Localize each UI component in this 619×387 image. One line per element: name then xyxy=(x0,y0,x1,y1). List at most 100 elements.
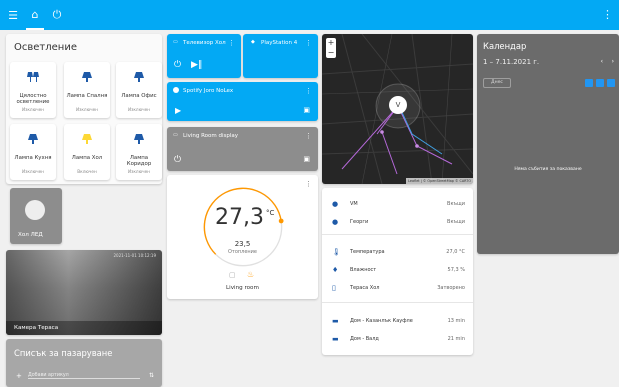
map-marker[interactable]: V xyxy=(389,96,407,114)
map-attribution: Leaflet | © OpenStreetMap © CARTO xyxy=(406,178,473,184)
sort-icon[interactable]: ⇅ xyxy=(149,372,154,379)
speaker-icon[interactable]: ▣ xyxy=(303,155,310,163)
play-pause-icon[interactable]: ▶‖ xyxy=(191,60,202,70)
more-vertical-icon[interactable]: ⋮ xyxy=(305,180,312,188)
tile-lamp-living[interactable]: Лампа Хол Включен xyxy=(64,124,110,180)
more-vertical-icon[interactable]: ⋮ xyxy=(228,39,235,47)
more-vertical-icon[interactable]: ⋮ xyxy=(602,8,613,21)
entities-card: ● VM Вкъщи ● Георги Вкъщи 🌡 Температура 27,0 °… xyxy=(322,188,473,355)
entity-value: 27,0 °C xyxy=(446,249,465,255)
media-card-tv[interactable]: ▭ Телевизор Хол ⋮ ⏻ ▶‖ xyxy=(167,34,241,78)
camera-card[interactable]: 2021-11-01 10:12:19 Камера Тераса xyxy=(6,250,162,335)
media-card-living-display[interactable]: ▭ Living Room display ⋮ ⏻ ▣ xyxy=(167,127,318,171)
media-title: Телевизор Хол xyxy=(183,40,226,46)
led-label: Хол ЛЕД xyxy=(18,232,43,238)
home-icon[interactable]: ⌂ xyxy=(26,0,44,30)
today-button[interactable]: Днес xyxy=(483,78,511,88)
zoom-controls: + − xyxy=(326,38,336,58)
divider xyxy=(322,302,473,303)
person-icon: ● xyxy=(332,218,339,226)
lamp-icon xyxy=(134,72,144,82)
media-card-ps4[interactable]: ◆ PlayStation 4 ⋮ xyxy=(243,34,318,78)
shopping-title: Списък за пазаруване xyxy=(14,348,113,358)
entity-row-person[interactable]: ● VM Вкъщи xyxy=(332,198,465,210)
tile-label: Лампа Офис xyxy=(121,93,157,99)
more-vertical-icon[interactable]: ⋮ xyxy=(305,132,312,140)
more-vertical-icon[interactable]: ⋮ xyxy=(305,39,312,47)
tile-label: Цялостно осветление xyxy=(16,93,50,105)
chevron-right-icon[interactable]: › xyxy=(612,58,614,65)
menu-icon[interactable]: ☰ xyxy=(4,9,22,22)
play-icon[interactable]: ▶ xyxy=(175,106,181,115)
car-icon: ▬ xyxy=(332,317,339,325)
tile-lamp-hallway[interactable]: Лампа Коридор Изключен xyxy=(116,124,162,180)
view-month-button[interactable] xyxy=(585,79,593,87)
entity-label: VM xyxy=(350,201,358,207)
top-app-bar: ☰ ⌂ ⏻ ⋮ xyxy=(0,0,619,30)
entity-row-door[interactable]: ▯ Тераса Хол Затворено xyxy=(332,282,465,294)
thermometer-icon: 🌡 xyxy=(332,248,341,256)
map-card[interactable]: V + − Leaflet | © OpenStreetMap © CARTO xyxy=(322,34,473,184)
more-vertical-icon[interactable]: ⋮ xyxy=(305,87,312,95)
speaker-icon[interactable]: ▣ xyxy=(303,106,310,114)
power-icon[interactable]: ⏻ xyxy=(174,155,181,165)
cast-icon: ▭ xyxy=(173,132,178,138)
tile-lamp-office[interactable]: Лампа Офис Изключен xyxy=(116,62,162,118)
tile-lamp-bedroom[interactable]: Лампа Спалня Изключен xyxy=(64,62,110,118)
power-icon[interactable]: ⏻ xyxy=(48,8,66,22)
water-icon: ♦ xyxy=(332,266,339,274)
lighting-title: Осветление xyxy=(14,42,77,53)
tile-label: Лампа Хол xyxy=(71,155,103,161)
calendar-title: Календар xyxy=(483,41,527,51)
chevron-left-icon[interactable]: ‹ xyxy=(601,58,603,65)
tile-lamp-kitchen[interactable]: Лампа Кухня Изключен xyxy=(10,124,56,180)
entity-value: 21 min xyxy=(447,336,465,342)
calendar-empty-message: Няма събития за показване xyxy=(514,167,582,172)
entity-value: Вкъщи xyxy=(447,219,465,225)
tile-all-lights[interactable]: Цялостно осветление Изключен xyxy=(10,62,56,118)
lamp-on-icon xyxy=(82,134,92,144)
thermostat-card: ⋮ 27,3 °C 23,5 Отопление ▢ ♨ Living room xyxy=(167,175,318,299)
tile-state: Изключен xyxy=(22,169,44,174)
car-icon: ▬ xyxy=(332,335,339,343)
led-light-card[interactable]: Хол ЛЕД xyxy=(10,188,62,244)
camera-label: Камера Тераса xyxy=(6,321,162,335)
gauge-knob[interactable] xyxy=(278,218,284,224)
entity-row-humidity[interactable]: ♦ Влажност 57,3 % xyxy=(332,264,465,276)
tile-state: Изключен xyxy=(128,169,150,174)
camera-timestamp: 2021-11-01 10:12:19 xyxy=(113,253,156,258)
person-icon: ● xyxy=(332,200,339,208)
calendar-range: 1 – 7.11.2021 г. xyxy=(483,58,540,66)
view-day-button[interactable] xyxy=(607,79,615,87)
media-card-spotify[interactable]: Spotify Joro NoLex ⋮ ▶ ▣ xyxy=(167,82,318,121)
entity-label: Тераса Хол xyxy=(350,285,380,291)
calendar-card: Календар 1 – 7.11.2021 г. ‹ › Днес Няма … xyxy=(477,34,619,254)
entity-label: Температура xyxy=(350,249,385,255)
divider xyxy=(322,234,473,235)
current-temperature: 27,3 xyxy=(215,205,264,230)
add-item-input[interactable]: Добави артикул xyxy=(28,373,140,379)
entity-row-person[interactable]: ● Георги Вкъщи xyxy=(332,216,465,228)
view-week-button[interactable] xyxy=(596,79,604,87)
tile-state: Изключен xyxy=(128,107,150,112)
add-icon[interactable]: + xyxy=(16,372,22,380)
calendar-mode-icon[interactable]: ▢ xyxy=(229,271,236,279)
power-icon[interactable]: ⏻ xyxy=(174,60,181,70)
entity-row-travel-time[interactable]: ▬ Дом - Казанлък Кауфле 13 min xyxy=(332,315,465,327)
flame-icon[interactable]: ♨ xyxy=(247,270,254,279)
entity-value: Затворено xyxy=(437,285,465,291)
tile-state: Включен xyxy=(77,169,97,174)
entity-label: Влажност xyxy=(350,267,377,273)
target-temperature: 23,5 xyxy=(234,240,251,248)
zoom-out-button[interactable]: − xyxy=(326,48,336,58)
entity-row-travel-time[interactable]: ▬ Дом - Валд 21 min xyxy=(332,333,465,345)
spotify-icon xyxy=(173,87,179,93)
tile-state: Изключен xyxy=(22,107,44,112)
entity-value: Вкъщи xyxy=(447,201,465,207)
bulb-icon xyxy=(25,200,45,220)
shopping-list-card: Списък за пазаруване + Добави артикул ⇅ xyxy=(6,339,162,387)
lamp-icon xyxy=(28,134,38,144)
thermostat-room: Living room xyxy=(226,285,259,291)
entity-row-temperature[interactable]: 🌡 Температура 27,0 °C xyxy=(332,246,465,258)
zoom-in-button[interactable]: + xyxy=(326,38,336,48)
